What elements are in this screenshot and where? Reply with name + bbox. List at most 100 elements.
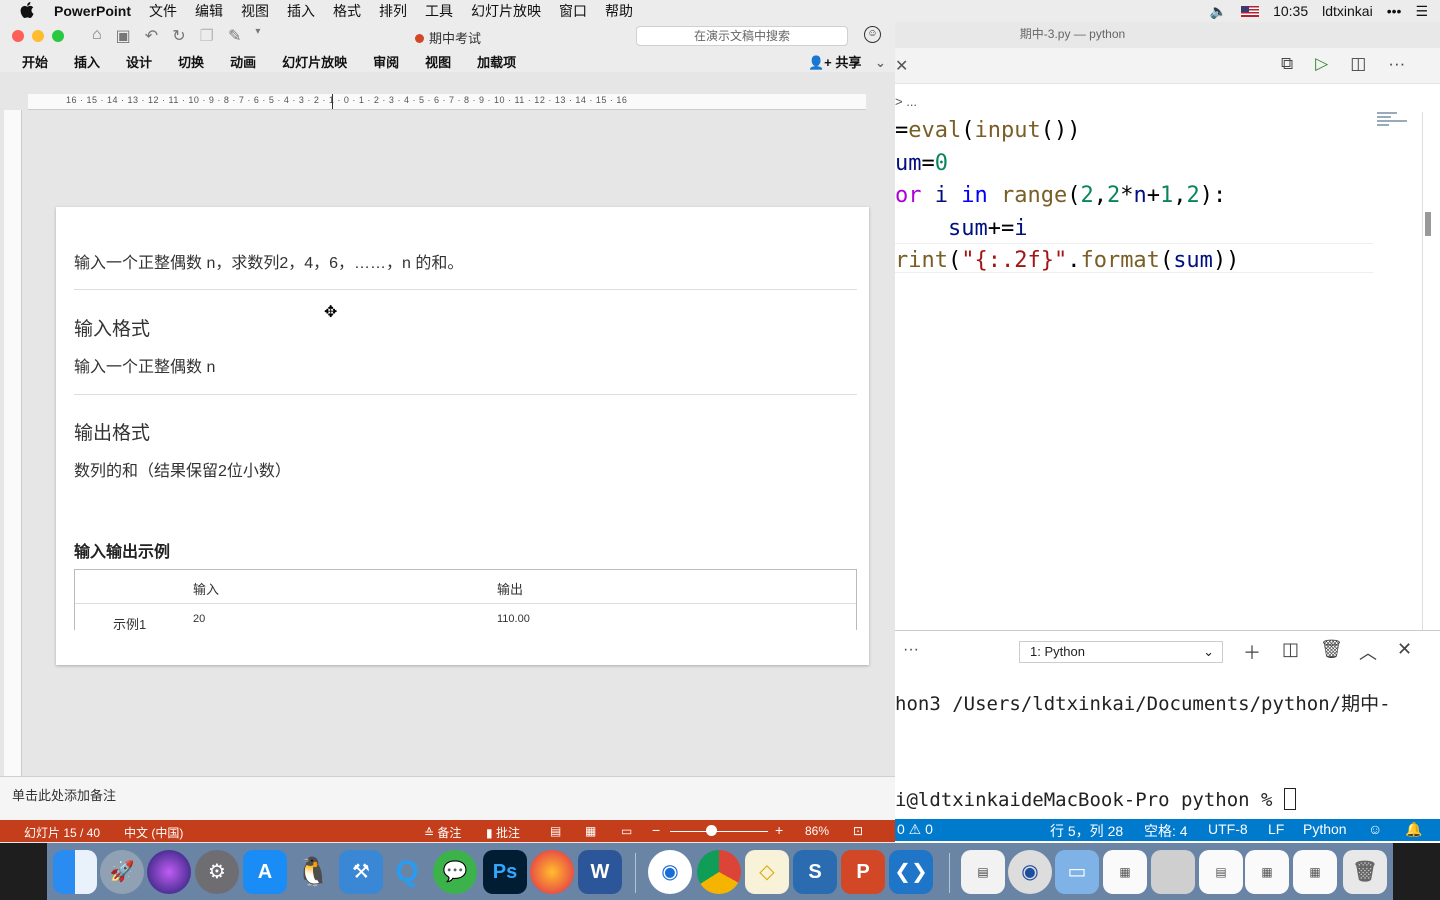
apple-menu-icon[interactable] <box>20 1 40 21</box>
word-icon[interactable]: W <box>578 850 622 894</box>
tab-insert[interactable]: 插入 <box>74 52 100 71</box>
siri-icon[interactable] <box>147 850 191 894</box>
finder-icon[interactable] <box>53 850 97 894</box>
quicktime-icon[interactable]: Q <box>385 850 429 894</box>
panel-more-icon[interactable]: ··· <box>903 641 919 659</box>
minimap[interactable] <box>1377 112 1421 132</box>
customize-toolbar-icon[interactable]: ▾ <box>255 26 260 46</box>
file-thumbnail-icon[interactable]: ▤ <box>1199 850 1243 894</box>
qq-icon[interactable]: 🐧 <box>291 850 335 894</box>
save-icon[interactable]: ▣ <box>116 26 131 46</box>
menubar-clock[interactable]: 10:35 <box>1273 3 1308 19</box>
normal-view-icon[interactable]: ▤ <box>550 824 561 838</box>
minimize-window-button[interactable] <box>32 30 44 42</box>
trash-icon[interactable]: 🗑 <box>1343 850 1387 894</box>
list-icon[interactable]: ☰ <box>1415 3 1428 20</box>
menu-tools[interactable]: 工具 <box>425 1 453 21</box>
tab-review[interactable]: 审阅 <box>373 52 399 71</box>
notes-toggle[interactable]: ≙ 备注 <box>424 824 461 841</box>
chevron-down-icon[interactable]: ⌄ <box>875 55 886 70</box>
paste-icon[interactable]: ✎ <box>228 26 241 46</box>
launchpad-icon[interactable]: 🚀 <box>100 850 144 894</box>
photoshop-icon[interactable]: Ps <box>483 850 527 894</box>
comments-toggle[interactable]: ▮ 批注 <box>486 824 520 841</box>
screenshot-thumbnail-icon[interactable] <box>1151 850 1195 894</box>
sketch-icon[interactable]: ◇ <box>745 850 789 894</box>
close-tab-icon[interactable]: ✕ <box>895 56 908 76</box>
tab-addins[interactable]: 加载项 <box>477 52 516 71</box>
firefox-icon[interactable] <box>530 850 574 894</box>
home-icon[interactable]: ⌂ <box>92 26 102 46</box>
zoom-in-icon[interactable]: + <box>775 822 783 838</box>
zoom-level[interactable]: 86% <box>805 824 829 838</box>
powerpoint-icon[interactable]: P <box>841 850 885 894</box>
share-button[interactable]: 👤+ 共享 ⌄ <box>808 52 886 71</box>
feedback-icon[interactable]: ☺ <box>1368 821 1382 837</box>
reading-view-icon[interactable]: ▭ <box>621 824 632 838</box>
more-icon[interactable]: ••• <box>1387 3 1402 19</box>
menu-slideshow[interactable]: 幻灯片放映 <box>471 1 541 21</box>
encoding-status[interactable]: UTF-8 <box>1208 821 1248 837</box>
wifi-utility-icon[interactable]: ◉ <box>648 850 692 894</box>
terminal-select[interactable]: 1: Python ⌄ <box>1019 641 1223 663</box>
notifications-icon[interactable]: 🔔 <box>1405 821 1422 838</box>
terminal-prompt[interactable]: i@ldtxinkaideMacBook-Pro python % <box>895 788 1296 811</box>
kill-terminal-icon[interactable]: 🗑 <box>1320 639 1343 660</box>
undo-icon[interactable]: ↶ <box>145 26 158 46</box>
tab-home[interactable]: 开始 <box>22 52 48 71</box>
screenshot-thumbnail-icon[interactable]: ▦ <box>1293 850 1337 894</box>
menu-insert[interactable]: 插入 <box>287 1 315 21</box>
cursor-position[interactable]: 行 5，列 28 <box>1050 821 1123 841</box>
breadcrumb[interactable]: > ... <box>895 94 917 109</box>
sorter-view-icon[interactable]: ▦ <box>585 824 596 838</box>
menu-view[interactable]: 视图 <box>241 1 269 21</box>
copy-icon[interactable]: ❐ <box>200 26 214 46</box>
chrome-icon[interactable] <box>697 850 741 894</box>
feedback-smiley-icon[interactable]: ☺ <box>864 26 881 43</box>
close-window-button[interactable] <box>12 30 24 42</box>
slide-counter[interactable]: 幻灯片 15 / 40 <box>24 824 100 841</box>
zoom-window-button[interactable] <box>52 30 64 42</box>
slide[interactable]: 输入一个正整偶数 n，求数列2，4，6，……，n 的和。 输入格式 输入一个正整… <box>56 207 869 665</box>
xcode-icon[interactable]: ⚒ <box>339 850 383 894</box>
run-python-icon[interactable]: ▷ <box>1315 54 1328 74</box>
redo-icon[interactable]: ↻ <box>172 26 185 46</box>
menu-help[interactable]: 帮助 <box>605 1 633 21</box>
menubar-app-name[interactable]: PowerPoint <box>54 3 131 19</box>
notes-pane[interactable]: 单击此处添加备注 <box>0 776 895 820</box>
language-status[interactable]: 中文 (中国) <box>124 824 183 841</box>
close-panel-icon[interactable]: ✕ <box>1397 639 1412 660</box>
indentation-status[interactable]: 空格: 4 <box>1144 821 1188 841</box>
document-preview-icon[interactable]: ▤ <box>961 850 1005 894</box>
app-store-icon[interactable]: A <box>243 850 287 894</box>
vscode-icon[interactable]: ❮❯ <box>889 850 933 894</box>
menubar-user[interactable]: ldtxinkai <box>1322 3 1373 19</box>
tab-design[interactable]: 设计 <box>126 52 152 71</box>
search-input[interactable]: 在演示文稿中搜索 <box>636 26 848 46</box>
tab-view[interactable]: 视图 <box>425 52 451 71</box>
menu-format[interactable]: 格式 <box>333 1 361 21</box>
language-mode[interactable]: Python <box>1303 821 1347 837</box>
screenshot-thumbnail-icon[interactable]: ▦ <box>1103 850 1147 894</box>
tab-animations[interactable]: 动画 <box>230 52 256 71</box>
zoom-out-icon[interactable]: − <box>652 822 660 838</box>
screenshot-thumbnail-icon[interactable]: ▦ <box>1245 850 1289 894</box>
fit-slide-icon[interactable]: ⊡ <box>853 824 863 838</box>
split-terminal-icon[interactable]: ◫ <box>1282 639 1299 660</box>
editor-scrollbar[interactable] <box>1425 212 1431 236</box>
menu-window[interactable]: 窗口 <box>559 1 587 21</box>
menu-edit[interactable]: 编辑 <box>195 1 223 21</box>
maximize-panel-icon[interactable]: ︿ <box>1359 639 1377 665</box>
volume-icon[interactable]: 🔈 <box>1210 3 1227 20</box>
new-terminal-icon[interactable]: ＋ <box>1243 639 1261 665</box>
open-preview-icon[interactable]: ⧉ <box>1281 54 1293 74</box>
input-source-flag-icon[interactable] <box>1241 5 1260 17</box>
zoom-slider-handle[interactable] <box>706 825 717 836</box>
zoom-slider[interactable] <box>670 831 768 832</box>
menu-file[interactable]: 文件 <box>149 1 177 21</box>
tab-slideshow[interactable]: 幻灯片放映 <box>282 52 347 71</box>
downloads-stack-icon[interactable]: ◉ <box>1008 850 1052 894</box>
split-editor-icon[interactable]: ◫ <box>1350 54 1366 74</box>
sublime-icon[interactable]: S <box>793 850 837 894</box>
system-preferences-icon[interactable]: ⚙ <box>195 850 239 894</box>
